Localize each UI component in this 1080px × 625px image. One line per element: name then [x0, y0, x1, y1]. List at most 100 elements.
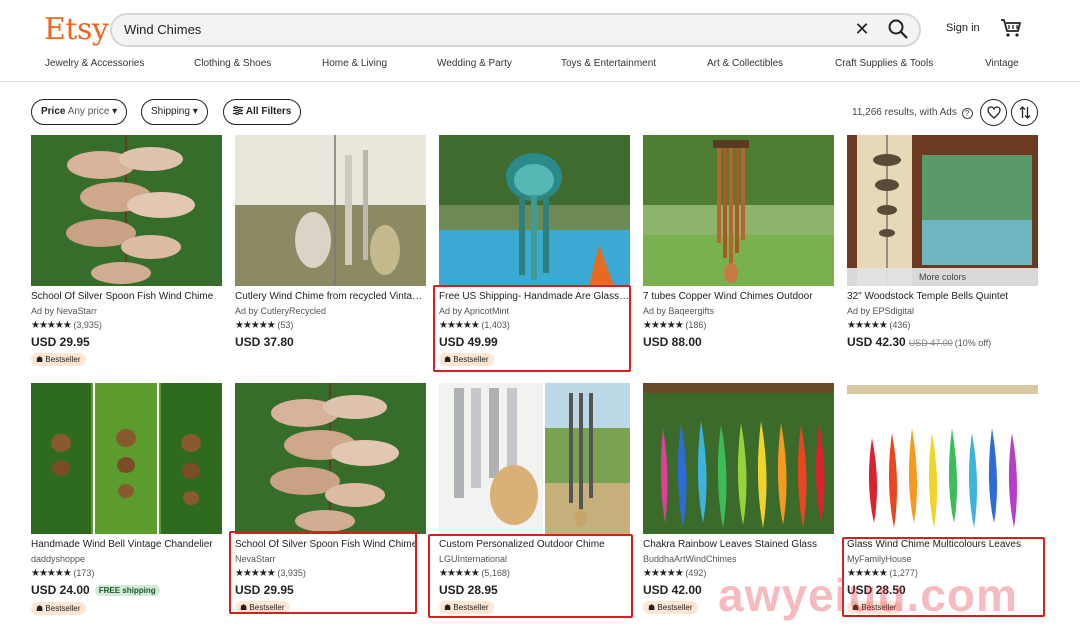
star-rating-icon: ★★★★★ — [31, 568, 72, 579]
listing-image[interactable] — [439, 383, 630, 534]
search-icon[interactable] — [887, 18, 909, 40]
badge-icon: ☗ — [648, 603, 656, 612]
listing-shop: Ad by Baqeergifts — [643, 306, 715, 316]
more-colors-overlay[interactable]: More colors — [847, 268, 1038, 286]
nav-item-vintage[interactable]: Vintage — [985, 58, 1019, 69]
listing-price: USD 29.95 — [31, 335, 90, 349]
shipping-filter-label: Shipping — [151, 106, 190, 117]
star-rating-icon: ★★★★★ — [643, 568, 684, 579]
listing-card[interactable]: Handmade Wind Bell Vintage Chandelier da… — [31, 383, 222, 616]
sliders-icon — [233, 105, 243, 116]
listing-rating: ★★★★★ (186) — [643, 320, 834, 331]
review-count: (173) — [73, 568, 95, 578]
listing-rating: ★★★★★ (53) — [235, 320, 426, 331]
listing-shop: Ad by NevaStarr — [31, 306, 98, 316]
shipping-filter-button[interactable]: Shipping ▾ — [141, 99, 208, 125]
listing-image[interactable] — [31, 383, 222, 534]
chevron-down-icon: ▾ — [112, 106, 118, 117]
highlight-box — [229, 531, 417, 614]
listing-image[interactable] — [643, 383, 834, 534]
listing-shop: Ad by CutleryRecycled — [235, 306, 327, 316]
listing-image[interactable] — [31, 135, 222, 286]
review-count: (3,935) — [73, 320, 102, 330]
listing-shop: Ad by EPSdigital — [847, 306, 915, 316]
listing-title[interactable]: 32" Woodstock Temple Bells Quintet — [847, 291, 1038, 303]
bestseller-badge: ☗ Bestseller — [31, 602, 86, 615]
listing-price: USD 42.00 — [643, 583, 702, 597]
sign-in-link[interactable]: Sign in — [946, 22, 980, 34]
info-icon[interactable]: ? — [961, 108, 973, 119]
heart-icon — [986, 106, 1001, 119]
listing-image[interactable]: More colors — [847, 135, 1038, 286]
nav-item-wedding[interactable]: Wedding & Party — [437, 58, 512, 69]
results-text: 11,266 results, with Ads — [852, 107, 957, 118]
cart-icon[interactable] — [1000, 18, 1022, 38]
bestseller-badge: ☗ Bestseller — [31, 353, 86, 366]
listing-price: USD 37.80 — [235, 335, 294, 349]
nav-item-craft[interactable]: Craft Supplies & Tools — [835, 58, 933, 69]
price-filter-button[interactable]: Price Any price ▾ — [31, 99, 128, 125]
free-shipping-badge: FREE shipping — [94, 585, 160, 596]
discount-label: (10% off) — [954, 338, 992, 348]
highlight-box — [433, 285, 631, 372]
etsy-logo[interactable]: Etsy — [44, 12, 109, 47]
all-filters-button[interactable]: All Filters — [223, 99, 302, 125]
search-bar[interactable]: Wind Chimes ✕ — [110, 13, 921, 47]
bestseller-badge-label: Bestseller — [657, 603, 693, 612]
nav-item-home[interactable]: Home & Living — [322, 58, 387, 69]
star-rating-icon: ★★★★★ — [235, 320, 276, 331]
clear-icon[interactable]: ✕ — [852, 19, 872, 40]
results-count: 11,266 results, with Ads ? — [852, 107, 973, 119]
listing-title[interactable]: Cutlery Wind Chime from recycled Vintage… — [235, 291, 426, 303]
listing-card[interactable]: Cutlery Wind Chime from recycled Vintage… — [235, 135, 426, 349]
nav-item-art[interactable]: Art & Collectibles — [707, 58, 783, 69]
favorite-search-button[interactable] — [980, 99, 1007, 126]
nav-item-toys[interactable]: Toys & Entertainment — [561, 58, 656, 69]
price-filter-label: Price — [41, 106, 66, 117]
original-price: USD 47.00 — [908, 338, 953, 348]
listing-card[interactable]: More colors 32" Woodstock Temple Bells Q… — [847, 135, 1038, 350]
listing-rating: ★★★★★ (3,935) — [31, 320, 222, 331]
highlight-box — [428, 534, 633, 618]
price-filter-value: Any price — [67, 106, 110, 117]
review-count: (53) — [277, 320, 294, 330]
site-header: Etsy Wind Chimes ✕ Sign in Jewelry & Acc… — [0, 0, 1080, 82]
listing-price: USD 24.00 — [31, 583, 90, 597]
listing-card[interactable]: School Of Silver Spoon Fish Wind Chime A… — [31, 135, 222, 367]
star-rating-icon: ★★★★★ — [847, 320, 888, 331]
nav-item-clothing[interactable]: Clothing & Shoes — [194, 58, 271, 69]
badge-icon: ☗ — [36, 355, 44, 364]
bestseller-badge: ☗ Bestseller — [643, 601, 698, 614]
category-nav: Jewelry & Accessories Clothing & Shoes H… — [0, 58, 1080, 76]
review-count: (186) — [685, 320, 707, 330]
chevron-down-icon: ▾ — [192, 106, 198, 117]
listing-rating: ★★★★★ (173) — [31, 568, 222, 579]
badge-icon: ☗ — [36, 604, 44, 613]
sort-icon — [1019, 106, 1030, 119]
listing-image[interactable] — [439, 135, 630, 286]
sort-button[interactable] — [1011, 99, 1038, 126]
bestseller-badge-label: Bestseller — [45, 355, 81, 364]
listing-shop: daddyshoppe — [31, 554, 86, 564]
review-count: (492) — [685, 568, 707, 578]
listing-title[interactable]: Handmade Wind Bell Vintage Chandelier — [31, 539, 222, 551]
listing-price: USD 88.00 — [643, 335, 702, 349]
listing-price: USD 42.30 — [847, 335, 906, 349]
bestseller-badge-label: Bestseller — [45, 604, 81, 613]
watermark: awyeiuu.com — [718, 569, 1018, 621]
star-rating-icon: ★★★★★ — [643, 320, 684, 331]
listing-title[interactable]: School Of Silver Spoon Fish Wind Chime — [31, 291, 222, 303]
star-rating-icon: ★★★★★ — [31, 320, 72, 331]
search-input[interactable]: Wind Chimes — [124, 22, 201, 37]
listing-image[interactable] — [847, 383, 1038, 534]
listing-image[interactable] — [643, 135, 834, 286]
review-count: (436) — [889, 320, 911, 330]
listing-title[interactable]: Chakra Rainbow Leaves Stained Glass — [643, 539, 834, 551]
listing-image[interactable] — [235, 383, 426, 534]
listing-rating: ★★★★★ (436) — [847, 320, 1038, 331]
nav-item-jewelry[interactable]: Jewelry & Accessories — [45, 58, 144, 69]
listing-card[interactable]: 7 tubes Copper Wind Chimes Outdoor Ad by… — [643, 135, 834, 349]
listing-shop: BuddhaArtWindChimes — [643, 554, 737, 564]
listing-title[interactable]: 7 tubes Copper Wind Chimes Outdoor — [643, 291, 834, 303]
listing-image[interactable] — [235, 135, 426, 286]
